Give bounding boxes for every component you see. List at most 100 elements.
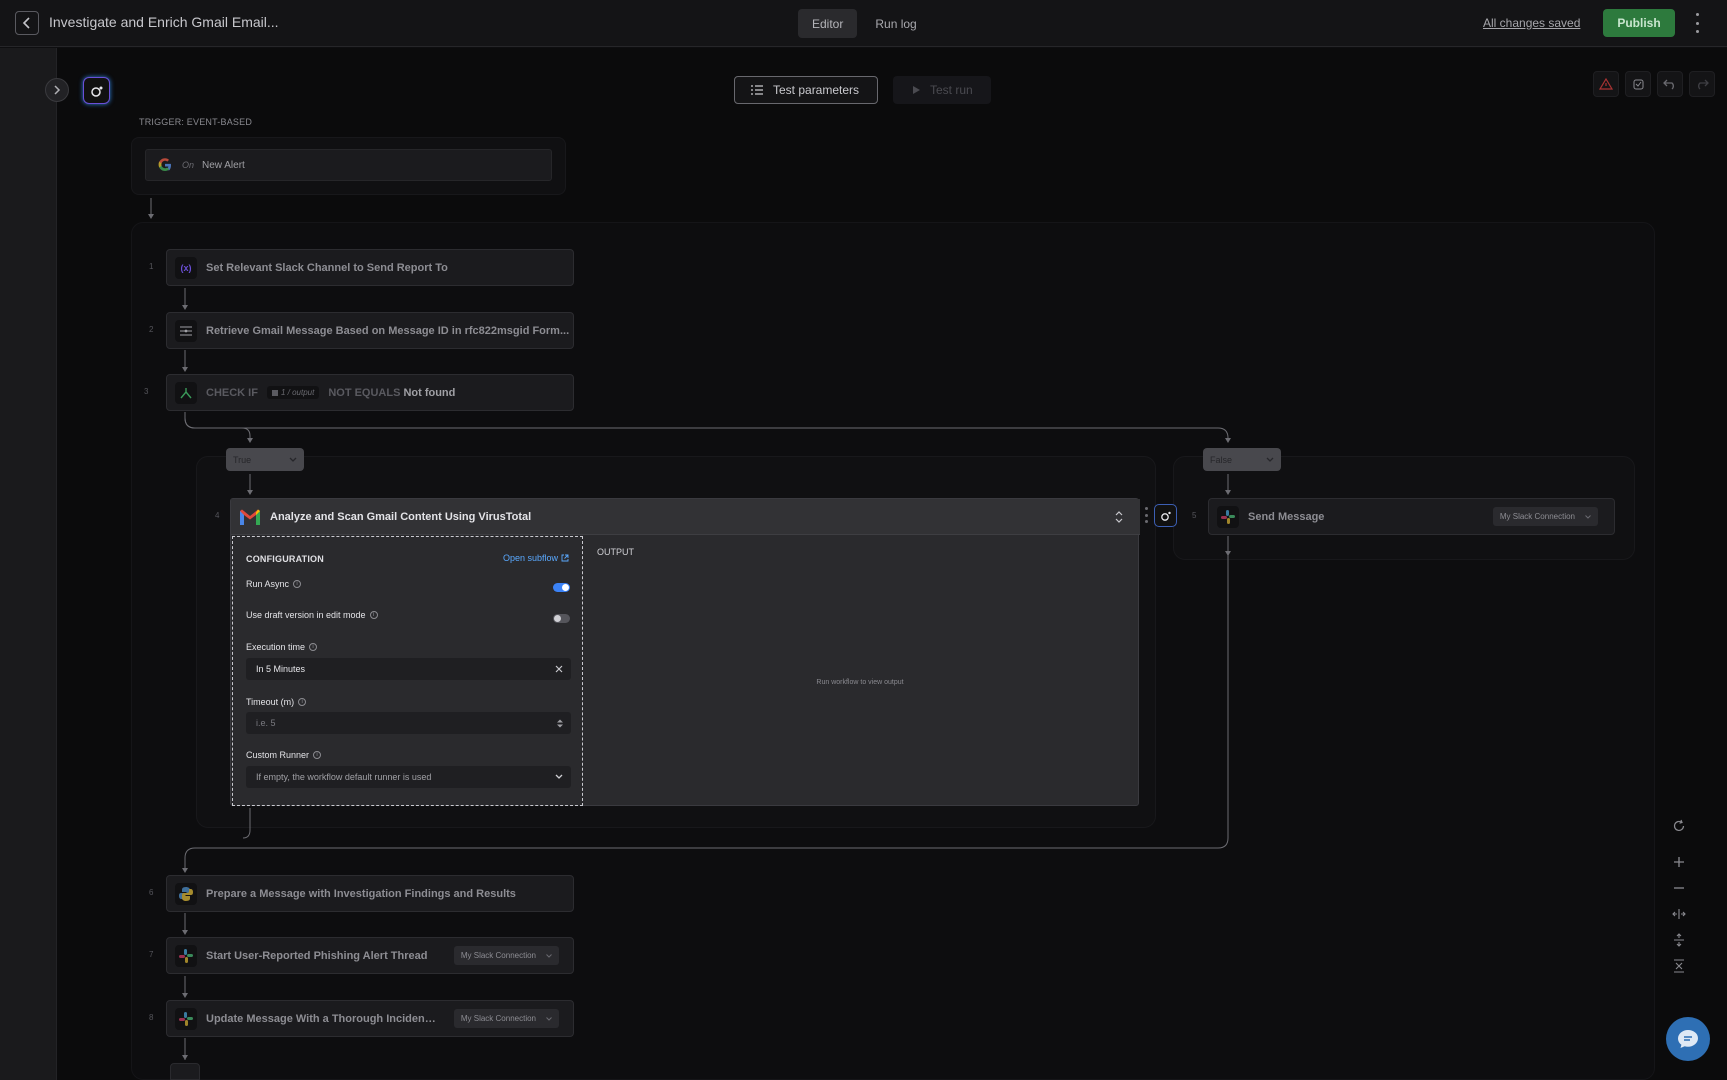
info-icon: i [369, 611, 378, 619]
step-label: Update Message With a Thorough Incident … [206, 1012, 436, 1025]
operator-label: NOT EQUALS [328, 386, 401, 399]
open-subflow-link[interactable]: Open subflow [503, 553, 569, 563]
subflow-node-expanded: Analyze and Scan Gmail Content Using Vir… [230, 498, 1140, 806]
connection-label: My Slack Connection [1499, 512, 1575, 521]
step-number: 4 [215, 511, 220, 520]
reset-view-button[interactable] [1669, 816, 1689, 836]
variable-icon: (x) [175, 256, 197, 279]
connection-selector[interactable]: My Slack Connection [453, 946, 559, 965]
fit-height-icon [1674, 933, 1684, 947]
custom-runner-select[interactable]: If empty, the workflow default runner is… [246, 766, 571, 788]
external-link-icon [561, 554, 569, 562]
open-subflow-label: Open subflow [503, 553, 559, 563]
custom-runner-text: Custom Runner [246, 750, 310, 760]
refresh-icon [1673, 819, 1685, 832]
step-node-1[interactable]: (x) Set Relevant Slack Channel to Send R… [166, 249, 574, 286]
false-branch-selector[interactable]: False [1203, 448, 1281, 471]
custom-runner-placeholder: If empty, the workflow default runner is… [256, 772, 432, 782]
draft-version-label: Use draft version in edit mode i [246, 610, 378, 620]
draft-version-text: Use draft version in edit mode [246, 610, 366, 620]
zoom-in-button[interactable] [1669, 852, 1689, 872]
stepper-icon[interactable] [557, 719, 563, 728]
slack-icon [1217, 505, 1239, 528]
chat-icon [1678, 1030, 1698, 1048]
execution-time-field[interactable]: In 5 Minutes [246, 658, 571, 680]
node-ai-button[interactable] [1154, 504, 1177, 527]
step-label: Set Relevant Slack Channel to Send Repor… [206, 261, 448, 274]
step-node-2[interactable]: Retrieve Gmail Message Based on Message … [166, 312, 574, 349]
output-empty-hint: Run workflow to view output [816, 679, 904, 686]
info-icon: i [293, 580, 302, 588]
step-label: Prepare a Message with Investigation Fin… [206, 887, 516, 900]
collapse-toggle-icon[interactable] [1115, 511, 1123, 523]
connection-label: My Slack Connection [460, 951, 536, 960]
execution-time-value: In 5 Minutes [256, 664, 306, 674]
step-node-7[interactable]: Start User-Reported Phishing Alert Threa… [166, 937, 574, 974]
step-number: 1 [149, 262, 154, 271]
configuration-title: CONFIGURATION [246, 554, 324, 564]
chat-support-button[interactable] [1666, 1017, 1710, 1061]
output-ref-label: 1 / output [280, 388, 315, 397]
run-async-text: Run Async [246, 579, 290, 589]
step-label: Start User-Reported Phishing Alert Threa… [206, 949, 428, 962]
slack-icon [175, 1007, 197, 1030]
add-step-button[interactable] [170, 1063, 200, 1080]
timeout-label: Timeout (m) i [246, 697, 307, 707]
chevron-down-icon [546, 1016, 552, 1021]
minus-icon [1674, 887, 1684, 889]
collapse-all-button[interactable] [1669, 956, 1689, 976]
chevron-down-icon [1266, 457, 1274, 462]
step-number: 7 [149, 950, 154, 959]
info-icon: i [298, 698, 307, 706]
output-ref-chip: 1 / output [266, 386, 320, 399]
clear-icon[interactable] [555, 665, 563, 673]
node-menu-icon[interactable] [1145, 507, 1148, 523]
step-number: 5 [1192, 511, 1197, 520]
step-label: Send Message [1248, 510, 1325, 523]
step-number: 8 [149, 1013, 154, 1022]
branch-icon [175, 381, 197, 404]
collapse-icon [1674, 959, 1684, 973]
timeout-text: Timeout (m) [246, 697, 295, 707]
chevron-down-icon [546, 953, 552, 958]
zoom-out-button[interactable] [1669, 878, 1689, 898]
subflow-node-header[interactable]: Analyze and Scan Gmail Content Using Vir… [231, 499, 1140, 535]
run-async-label: Run Async i [246, 579, 302, 589]
timeout-input[interactable]: i.e. 5 [246, 712, 571, 734]
execution-time-text: Execution time [246, 642, 306, 652]
step-label: Retrieve Gmail Message Based on Message … [206, 324, 570, 337]
connection-selector[interactable]: My Slack Connection [1492, 507, 1598, 526]
info-icon: i [313, 751, 322, 759]
configuration-panel: CONFIGURATION Open subflow Run Async i U… [232, 536, 583, 806]
step-node-6[interactable]: Prepare a Message with Investigation Fin… [166, 875, 574, 912]
fit-height-button[interactable] [1669, 930, 1689, 950]
step-number: 6 [149, 888, 154, 897]
slack-icon [175, 944, 197, 967]
draft-version-toggle[interactable] [553, 614, 570, 623]
chevron-down-icon [1585, 514, 1591, 519]
python-icon [175, 882, 197, 905]
step-number: 3 [144, 387, 149, 396]
ai-logo-icon [1160, 511, 1171, 521]
transform-icon [175, 319, 197, 342]
output-title: OUTPUT [597, 547, 634, 557]
flag-icon [271, 389, 278, 396]
step-node-5[interactable]: Send Message My Slack Connection [1208, 498, 1615, 535]
execution-time-label: Execution time i [246, 642, 318, 652]
check-if-label: CHECK IF [206, 386, 258, 399]
fit-width-icon [1672, 909, 1686, 919]
step-node-8[interactable]: Update Message With a Thorough Incident … [166, 1000, 574, 1037]
custom-runner-label: Custom Runner i [246, 750, 322, 760]
fit-width-button[interactable] [1669, 904, 1689, 924]
connection-label: My Slack Connection [460, 1014, 536, 1023]
subflow-node-title: Analyze and Scan Gmail Content Using Vir… [270, 510, 532, 523]
run-async-toggle[interactable] [553, 583, 570, 592]
info-icon: i [309, 643, 318, 651]
zoom-controls [1666, 814, 1692, 978]
step-node-3-condition[interactable]: CHECK IF 1 / output NOT EQUALS Not found [166, 374, 574, 411]
true-branch-selector[interactable]: True [226, 448, 304, 471]
connection-selector[interactable]: My Slack Connection [453, 1009, 559, 1028]
chevron-down-icon [289, 457, 297, 462]
false-branch-label: False [1210, 454, 1233, 465]
true-branch-label: True [233, 454, 252, 465]
